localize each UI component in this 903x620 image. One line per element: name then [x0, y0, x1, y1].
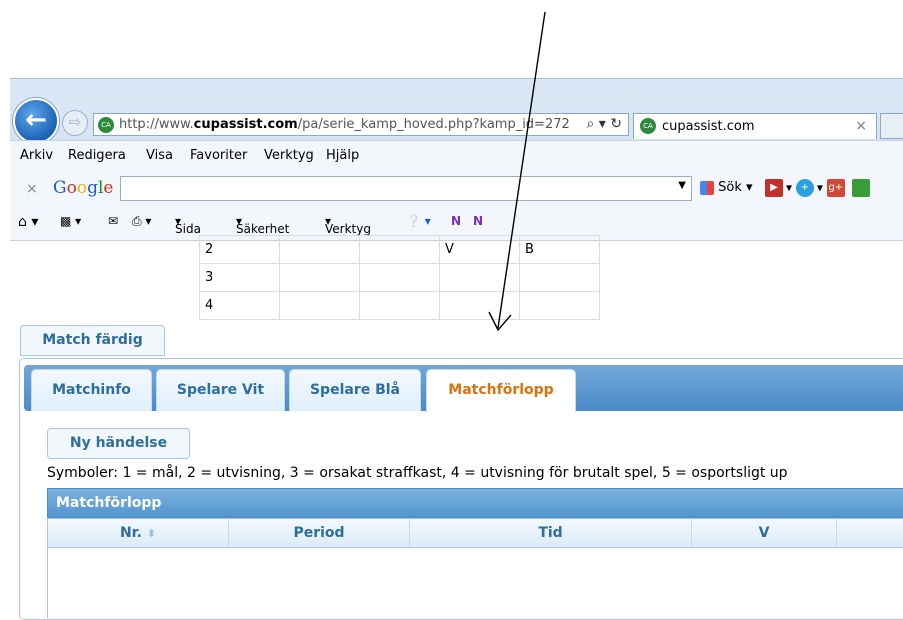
tab-matchinfo[interactable]: Matchinfo: [31, 369, 152, 411]
table-cell: [279, 235, 360, 264]
tab-matchforlopp[interactable]: Matchförlopp: [426, 369, 576, 412]
tab-spelare-vit[interactable]: Spelare Vit: [156, 369, 285, 411]
chrome-overlay: [10, 78, 903, 235]
table-row: 3: [199, 263, 600, 292]
column-header-nr[interactable]: Nr. ⬍: [48, 519, 229, 547]
tab-spelare-bla[interactable]: Spelare Blå: [289, 369, 421, 411]
table-row: 4: [199, 291, 600, 320]
column-header-period[interactable]: Period: [229, 519, 410, 547]
table-cell: [279, 291, 360, 320]
mini-table: 2 V B 3 4: [199, 235, 600, 320]
symbols-legend: Symboler: 1 = mål, 2 = utvisning, 3 = or…: [47, 465, 788, 481]
column-header-v[interactable]: V: [692, 519, 837, 547]
column-header-tid[interactable]: Tid: [410, 519, 692, 547]
table-cell: 2: [199, 235, 280, 264]
match-done-button[interactable]: Match färdig: [20, 325, 165, 356]
table-cell: [359, 235, 440, 264]
sort-icon[interactable]: ⬍: [147, 527, 156, 540]
table-cell: 3: [199, 263, 280, 292]
grid-header: Nr. ⬍ Period Tid V: [47, 518, 903, 548]
table-cell: [359, 263, 440, 292]
table-cell: V: [439, 235, 520, 264]
table-cell: [359, 291, 440, 320]
table-cell: [519, 291, 600, 320]
table-cell: [439, 291, 520, 320]
table-cell: B: [519, 235, 600, 264]
table-cell: [439, 263, 520, 292]
grid-title: Matchförlopp: [47, 488, 903, 518]
table-cell: [519, 263, 600, 292]
table-cell: [279, 263, 360, 292]
table-cell: 4: [199, 291, 280, 320]
new-event-button[interactable]: Ny händelse: [47, 428, 190, 459]
table-row: 2 V B: [199, 235, 600, 264]
